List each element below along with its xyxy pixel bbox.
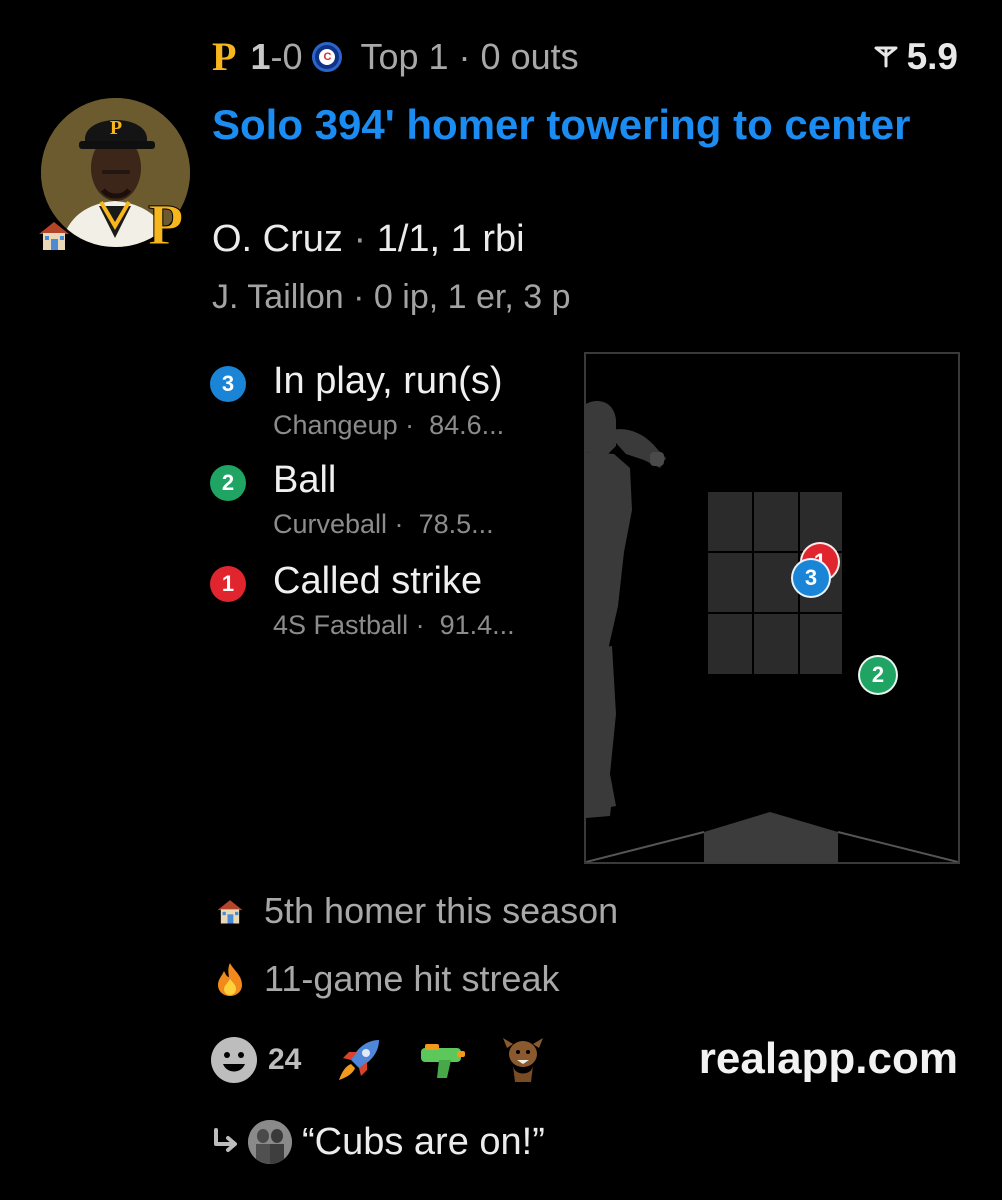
pitch-result: Ball bbox=[273, 459, 337, 501]
batter-name[interactable]: O. Cruz bbox=[212, 218, 343, 260]
fact-item: 11-game hit streak bbox=[210, 958, 559, 1000]
reply-avatar[interactable] bbox=[248, 1120, 292, 1164]
pitch-result: Called strike bbox=[273, 560, 483, 602]
water-gun-icon[interactable] bbox=[417, 1040, 467, 1080]
pitch-detail: Curveball · 78.5... bbox=[273, 509, 494, 539]
house-icon bbox=[210, 896, 250, 926]
pitch-number-badge: 1 bbox=[210, 566, 246, 602]
play-headline[interactable]: Solo 394' homer towering to center bbox=[212, 96, 912, 153]
pitch-result: In play, run(s) bbox=[273, 360, 503, 402]
pitch-number-badge: 3 bbox=[210, 366, 246, 402]
reply-arrow-icon bbox=[210, 1126, 242, 1158]
house-icon bbox=[36, 218, 72, 257]
fact-text: 11-game hit streak bbox=[264, 958, 560, 999]
cubs-logo-icon: C bbox=[312, 42, 343, 72]
reply-row[interactable]: “Cubs are on!” bbox=[210, 1120, 545, 1164]
wolverine-icon[interactable] bbox=[501, 1036, 545, 1084]
pitch-detail: 4S Fastball · 91.4... bbox=[273, 610, 515, 640]
svg-text:P: P bbox=[110, 117, 122, 139]
pitch-marker[interactable]: 2 bbox=[858, 655, 898, 695]
reaction-count: 24 bbox=[268, 1043, 302, 1076]
inning-status: Top 1 · 0 outs bbox=[360, 36, 579, 77]
rating-value: 5.9 bbox=[906, 36, 958, 77]
batter-silhouette-icon bbox=[586, 401, 958, 862]
fact-item: 5th homer this season bbox=[210, 890, 618, 932]
pitcher-line: J. Taillon · 0 ip, 1 er, 3 p bbox=[212, 278, 571, 316]
pitch-number-badge: 2 bbox=[210, 465, 246, 501]
play-rating[interactable]: 5.9 bbox=[873, 34, 958, 80]
pitcher-stats: 0 ip, 1 er, 3 p bbox=[373, 278, 571, 316]
reply-text: “Cubs are on!” bbox=[302, 1120, 545, 1163]
rocket-icon[interactable] bbox=[335, 1036, 383, 1084]
fire-icon bbox=[210, 961, 250, 997]
pitch-marker[interactable]: 3 bbox=[791, 558, 831, 598]
strike-zone-panel[interactable]: 1 3 2 bbox=[584, 352, 960, 864]
score-line: P 1 -0 C Top 1 · 0 outs bbox=[212, 34, 579, 80]
away-score: -0 bbox=[270, 36, 303, 77]
pirates-logo-icon: P bbox=[212, 34, 237, 79]
brand-link[interactable]: realapp.com bbox=[699, 1034, 958, 1084]
pitch-detail: Changeup · 84.6... bbox=[273, 410, 505, 440]
flag-icon bbox=[874, 46, 898, 68]
batter-stats: 1/1, 1 rbi bbox=[376, 218, 525, 260]
pitcher-name[interactable]: J. Taillon bbox=[212, 278, 344, 316]
team-logo-icon: P bbox=[147, 192, 184, 257]
home-score: 1 bbox=[250, 36, 271, 77]
batter-line: O. Cruz · 1/1, 1 rbi bbox=[212, 218, 525, 260]
reactions-bar: 24 bbox=[210, 1036, 579, 1084]
smiley-icon[interactable] bbox=[210, 1036, 258, 1084]
fact-text: 5th homer this season bbox=[264, 890, 619, 931]
